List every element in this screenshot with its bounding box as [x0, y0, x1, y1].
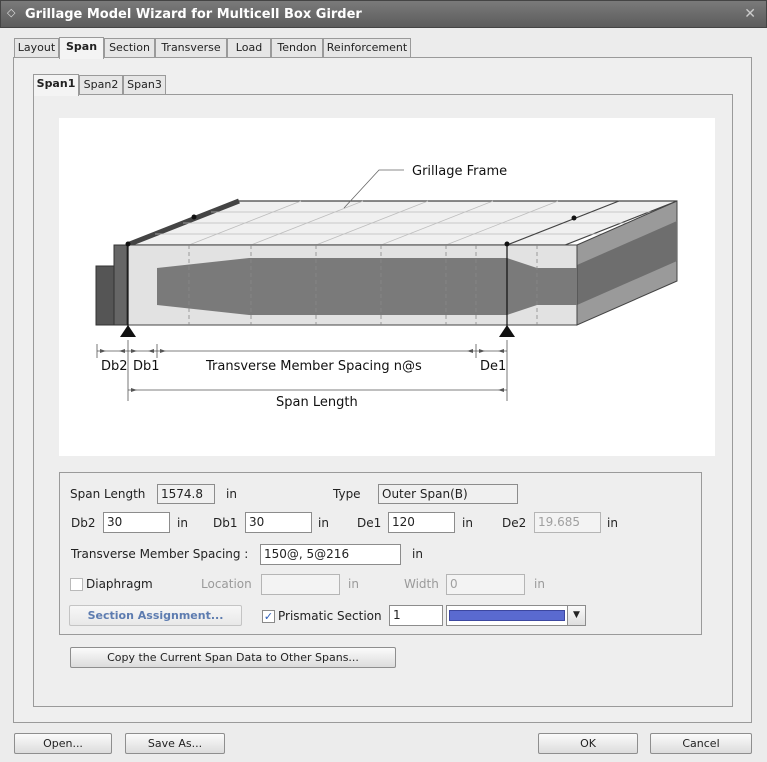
de1-text: De1 [357, 516, 382, 530]
tab-transverse[interactable]: Transverse [155, 38, 227, 58]
span-length-text: Span Length [70, 487, 146, 501]
width-input: 0 [446, 574, 525, 595]
de2-input: 19.685 [534, 512, 601, 533]
open-button[interactable]: Open... [14, 733, 112, 754]
prismatic-section-input[interactable]: 1 [389, 605, 443, 626]
db1-text: Db1 [213, 516, 238, 530]
tab-tendon[interactable]: Tendon [271, 38, 323, 58]
close-icon[interactable]: ✕ [744, 6, 756, 22]
grillage-frame-label: Grillage Frame [412, 164, 507, 179]
subtab-span1[interactable]: Span1 [33, 74, 79, 96]
type-field: Outer Span(B) [378, 484, 518, 504]
transverse-spacing-unit: in [412, 547, 423, 561]
copy-span-data-button[interactable]: Copy the Current Span Data to Other Span… [70, 647, 396, 668]
span-length-field: 1574.8 [157, 484, 215, 504]
cancel-button[interactable]: Cancel [650, 733, 752, 754]
title-bar: ◇ Grillage Model Wizard for Multicell Bo… [0, 0, 767, 28]
db2-unit: in [177, 516, 188, 530]
diaphragm-checkbox[interactable] [70, 578, 83, 591]
save-as-button[interactable]: Save As... [125, 733, 225, 754]
width-text: Width [404, 577, 439, 591]
location-text: Location [201, 577, 252, 591]
ok-button[interactable]: OK [538, 733, 638, 754]
diaphragm-text: Diaphragm [86, 577, 153, 591]
transverse-spacing-input[interactable]: 150@, 5@216 [260, 544, 401, 565]
db2-label: Db2 [101, 359, 128, 374]
tab-span[interactable]: Span [59, 37, 104, 59]
window-title: Grillage Model Wizard for Multicell Box … [25, 7, 362, 22]
db2-input[interactable]: 30 [103, 512, 170, 533]
de2-unit: in [607, 516, 618, 530]
chevron-down-icon[interactable]: ▼ [567, 606, 585, 625]
tab-load[interactable]: Load [227, 38, 271, 58]
prismatic-section-checkbox[interactable]: ✓ [262, 610, 275, 623]
span-diagram-svg: Grillage Frame Db2 Db1 Transverse Member… [95, 164, 678, 410]
de2-text: De2 [502, 516, 527, 530]
tab-layout[interactable]: Layout [14, 38, 59, 58]
location-unit: in [348, 577, 359, 591]
window-menu-icon[interactable]: ◇ [7, 6, 15, 19]
prismatic-section-text: Prismatic Section [278, 609, 382, 623]
tab-section[interactable]: Section [104, 38, 155, 58]
location-input [261, 574, 340, 595]
transverse-spacing-label: Transverse Member Spacing n@s [205, 359, 422, 374]
db1-label: Db1 [133, 359, 160, 374]
width-unit: in [534, 577, 545, 591]
transverse-spacing-text: Transverse Member Spacing : [71, 547, 249, 561]
de1-unit: in [462, 516, 473, 530]
db1-input[interactable]: 30 [245, 512, 312, 533]
span-length-label: Span Length [276, 395, 358, 410]
tab-reinforcement[interactable]: Reinforcement [323, 38, 411, 58]
section-color-swatch [449, 610, 565, 621]
section-color-dropdown[interactable]: ▼ [446, 605, 586, 626]
db2-text: Db2 [71, 516, 96, 530]
section-assignment-button[interactable]: Section Assignment... [69, 605, 242, 626]
subtab-span2[interactable]: Span2 [79, 75, 123, 95]
de1-input[interactable]: 120 [388, 512, 455, 533]
de1-label: De1 [480, 359, 506, 374]
db1-unit: in [318, 516, 329, 530]
subtab-span3[interactable]: Span3 [123, 75, 166, 95]
span-diagram: Grillage Frame Db2 Db1 Transverse Member… [59, 118, 715, 456]
type-text: Type [333, 487, 361, 501]
span-length-unit: in [226, 487, 237, 501]
